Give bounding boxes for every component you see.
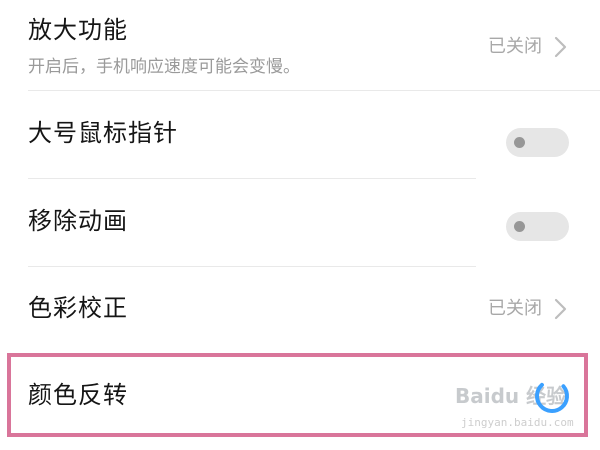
magnification-subtitle: 开启后，手机响应速度可能会变慢。 bbox=[28, 57, 300, 77]
color-correction-status: 已关闭 bbox=[488, 298, 542, 319]
large-pointer-toggle[interactable] bbox=[506, 128, 569, 157]
large-pointer-title: 大号鼠标指针 bbox=[28, 119, 178, 147]
magnification-status: 已关闭 bbox=[488, 36, 542, 57]
toggle-knob bbox=[514, 137, 525, 148]
remove-animations-title: 移除动画 bbox=[28, 207, 128, 235]
chevron-right-icon bbox=[554, 36, 567, 58]
loading-spinner-icon bbox=[535, 379, 569, 413]
settings-row-remove-animations[interactable]: 移除动画 bbox=[0, 179, 600, 266]
watermark-sub-text: jingyan.baidu.com bbox=[461, 416, 574, 429]
settings-row-large-pointer[interactable]: 大号鼠标指针 bbox=[0, 91, 600, 178]
settings-row-magnification[interactable]: 放大功能 开启后，手机响应速度可能会变慢。 已关闭 bbox=[0, 0, 600, 90]
remove-animations-toggle[interactable] bbox=[506, 212, 569, 241]
toggle-knob bbox=[514, 221, 525, 232]
color-correction-title: 色彩校正 bbox=[28, 294, 128, 322]
chevron-right-icon bbox=[554, 298, 567, 320]
magnification-title: 放大功能 bbox=[28, 16, 128, 44]
settings-row-color-correction[interactable]: 色彩校正 已关闭 bbox=[0, 267, 600, 353]
